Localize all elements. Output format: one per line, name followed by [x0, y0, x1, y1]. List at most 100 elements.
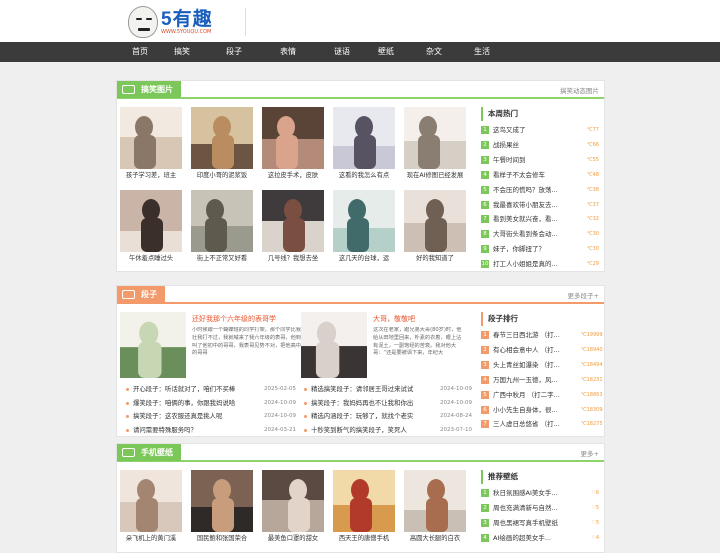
rank-item[interactable]: 3 午餐时间到 ℃55	[481, 154, 599, 166]
rank-item[interactable]: 7 看到美女就兴奋，看... ℃32	[481, 213, 599, 225]
joke-list-title[interactable]: 请问需要特殊服务吗？	[133, 424, 261, 436]
rank-title[interactable]: 大哥街头看到条会动...	[493, 228, 579, 240]
rank-title[interactable]: 打工人小姐姐是真的...	[493, 258, 579, 270]
thumb-image[interactable]	[120, 107, 182, 169]
joke-list-title[interactable]: 爆笑段子：咱俩的事，你跟我妈说哈	[133, 397, 261, 409]
rank-title[interactable]: AI绘画的超美女手...	[493, 532, 579, 544]
rank-title[interactable]: 广西中秋月 （打二字...	[493, 389, 579, 401]
joke-feature-image[interactable]	[301, 312, 367, 378]
rank-title[interactable]: 不会压的慌吗？放荡...	[493, 184, 579, 196]
rank-title[interactable]: 看到美女就兴奋，看...	[493, 213, 579, 225]
thumb-image[interactable]	[404, 190, 466, 252]
rank-item[interactable]: 4 看样子不太会修车 ℃48	[481, 169, 599, 181]
thumb-caption[interactable]: 这拉皮手术，皮肤	[262, 171, 324, 180]
joke-list-title[interactable]: 精选搞笑段子：请邻居王哥过来试试	[311, 383, 431, 395]
nav-item[interactable]: 壁纸	[366, 42, 406, 62]
rank-item[interactable]: 1 秋日氛围感AI美女手... ♡6	[481, 487, 599, 499]
thumb-caption[interactable]: 现在AI修图已经发展	[404, 171, 466, 180]
site-logo[interactable]: 5有趣 WWW.5YOUQU.COM	[128, 4, 244, 38]
rank-title[interactable]: 三人虚日总悠省 （打...	[493, 418, 579, 430]
rank-title[interactable]: 春节三日西北游 （打...	[493, 329, 579, 341]
rank-item[interactable]: 3 头上青丝如瀑染 （打... ℃18494	[481, 359, 603, 371]
nav-item[interactable]: 杂文	[414, 42, 454, 62]
thumb-image[interactable]	[262, 107, 324, 169]
thumb-image[interactable]	[191, 190, 253, 252]
rank-title[interactable]: 我最喜欢带小朋友去...	[493, 199, 579, 211]
rank-item[interactable]: 4 AI绘画的超美女手... ♡4	[481, 532, 599, 544]
wallpaper-image[interactable]	[191, 470, 253, 532]
thumb-image[interactable]	[262, 190, 324, 252]
more-link[interactable]: 更多+	[581, 448, 599, 458]
rank-item[interactable]: 5 不会压的慌吗？放荡... ℃38	[481, 184, 599, 196]
joke-list-item[interactable]: 精选内涵段子：玩够了，就找个老实 2024-08-24	[304, 410, 478, 422]
rank-item[interactable]: 10 打工人小姐姐是真的... ℃29	[481, 258, 599, 270]
nav-item[interactable]: 段子	[214, 42, 254, 62]
thumb-image[interactable]	[333, 107, 395, 169]
rank-item[interactable]: 2 有心相会意中人 （打... ℃18940	[481, 344, 603, 356]
rank-title[interactable]: 头上青丝如瀑染 （打...	[493, 359, 579, 371]
more-link[interactable]: 搞笑动态图片	[560, 85, 599, 95]
rank-item[interactable]: 7 三人虚日总悠省 （打... ℃18275	[481, 418, 603, 430]
wallpaper-caption[interactable]: 西天王的唐僧手机	[333, 534, 395, 543]
rank-item[interactable]: 5 广西中秋月 （打二字... ℃18863	[481, 389, 603, 401]
nav-item[interactable]: 生活	[462, 42, 502, 62]
wallpaper-image[interactable]	[120, 470, 182, 532]
wallpaper-caption[interactable]: 国民鲍和张国荣合	[191, 534, 253, 543]
nav-item[interactable]: 表情	[268, 42, 308, 62]
joke-list-title[interactable]: 精选内涵段子：玩够了，就找个老实	[311, 410, 431, 422]
section-title[interactable]: 搞笑图片	[117, 81, 181, 98]
rank-item[interactable]: 2 战损果丝 ℃66	[481, 139, 599, 151]
rank-title[interactable]: 有心相会意中人 （打...	[493, 344, 579, 356]
rank-title[interactable]: 小小先生自身体，很...	[493, 404, 579, 416]
thumb-caption[interactable]: 午休羞点睡过头	[120, 254, 182, 263]
more-link[interactable]: 更多段子+	[568, 290, 599, 300]
section-title[interactable]: 段子	[117, 286, 165, 303]
rank-title[interactable]: 看样子不太会修车	[493, 169, 579, 181]
joke-list-item[interactable]: 搞笑段子：我妈妈再也不让我和你出 2024-10-09	[304, 397, 478, 409]
rank-title[interactable]: 这鸟又成了	[493, 124, 579, 136]
rank-item[interactable]: 6 我最喜欢带小朋友去... ℃37	[481, 199, 599, 211]
rank-item[interactable]: 4 万国九州一玉德，风... ℃18231	[481, 374, 603, 386]
thumb-caption[interactable]: 这几天的台球，运	[333, 254, 395, 263]
thumb-caption[interactable]: 街上不正常又好看	[191, 254, 253, 263]
rank-item[interactable]: 1 这鸟又成了 ℃77	[481, 124, 599, 136]
rank-title[interactable]: 战损果丝	[493, 139, 579, 151]
thumb-caption[interactable]: 几号线？我想去坐	[262, 254, 324, 263]
nav-item[interactable]: 首页	[120, 42, 160, 62]
rank-item[interactable]: 9 妹子，你脚扭了？ ℃30	[481, 243, 599, 255]
rank-title[interactable]: 午餐时间到	[493, 154, 579, 166]
thumb-image[interactable]	[404, 107, 466, 169]
thumb-image[interactable]	[120, 190, 182, 252]
joke-feature-title[interactable]: 还好我那个六年级的表哥学	[192, 314, 302, 324]
rank-title[interactable]: 周也充满清新与自然...	[493, 502, 579, 514]
rank-item[interactable]: 3 周也黑裙写真手机壁纸 ♡5	[481, 517, 599, 529]
wallpaper-image[interactable]	[333, 470, 395, 532]
joke-list-title[interactable]: 搞笑段子：这农服还真是挑人呢	[133, 410, 261, 422]
wallpaper-image[interactable]	[262, 470, 324, 532]
wallpaper-caption[interactable]: 朵飞机上的黄门溪	[120, 534, 182, 543]
nav-item[interactable]: 搞笑	[162, 42, 202, 62]
joke-list-item[interactable]: 开心段子：听话就对了，咱们不买棒 2025-02-05	[126, 383, 300, 395]
joke-list-item[interactable]: 搞笑段子：这农服还真是挑人呢 2024-10-09	[126, 410, 300, 422]
rank-item[interactable]: 2 周也充满清新与自然... ♡5	[481, 502, 599, 514]
joke-list-item[interactable]: 十秒笑到断气的搞笑段子，笑死人 2023-07-10	[304, 424, 478, 436]
thumb-caption[interactable]: 好的我知道了	[404, 254, 466, 263]
rank-title[interactable]: 秋日氛围感AI美女手...	[493, 487, 579, 499]
thumb-caption[interactable]: 印度小哥的泥浆饭	[191, 171, 253, 180]
rank-title[interactable]: 妹子，你脚扭了？	[493, 243, 579, 255]
rank-item[interactable]: 1 春节三日西北游 （打... ℃19999	[481, 329, 603, 341]
nav-item[interactable]: 谜语	[322, 42, 362, 62]
rank-item[interactable]: 6 小小先生自身体，很... ℃18309	[481, 404, 603, 416]
wallpaper-caption[interactable]: 最美鱼口罩的甜女	[262, 534, 324, 543]
joke-list-title[interactable]: 搞笑段子：我妈妈再也不让我和你出	[311, 397, 431, 409]
joke-feature-image[interactable]	[120, 312, 186, 378]
thumb-image[interactable]	[191, 107, 253, 169]
wallpaper-image[interactable]	[404, 470, 466, 532]
joke-list-item[interactable]: 爆笑段子：咱俩的事，你跟我妈说哈 2024-10-09	[126, 397, 300, 409]
joke-list-item[interactable]: 请问需要特殊服务吗？ 2024-03-21	[126, 424, 300, 436]
wallpaper-caption[interactable]: 高圆大长腿的白衣	[404, 534, 466, 543]
thumb-caption[interactable]: 这看的我怎么有点	[333, 171, 395, 180]
section-title[interactable]: 手机壁纸	[117, 444, 181, 461]
rank-title[interactable]: 万国九州一玉德，风...	[493, 374, 579, 386]
joke-list-title[interactable]: 开心段子：听话就对了，咱们不买棒	[133, 383, 261, 395]
